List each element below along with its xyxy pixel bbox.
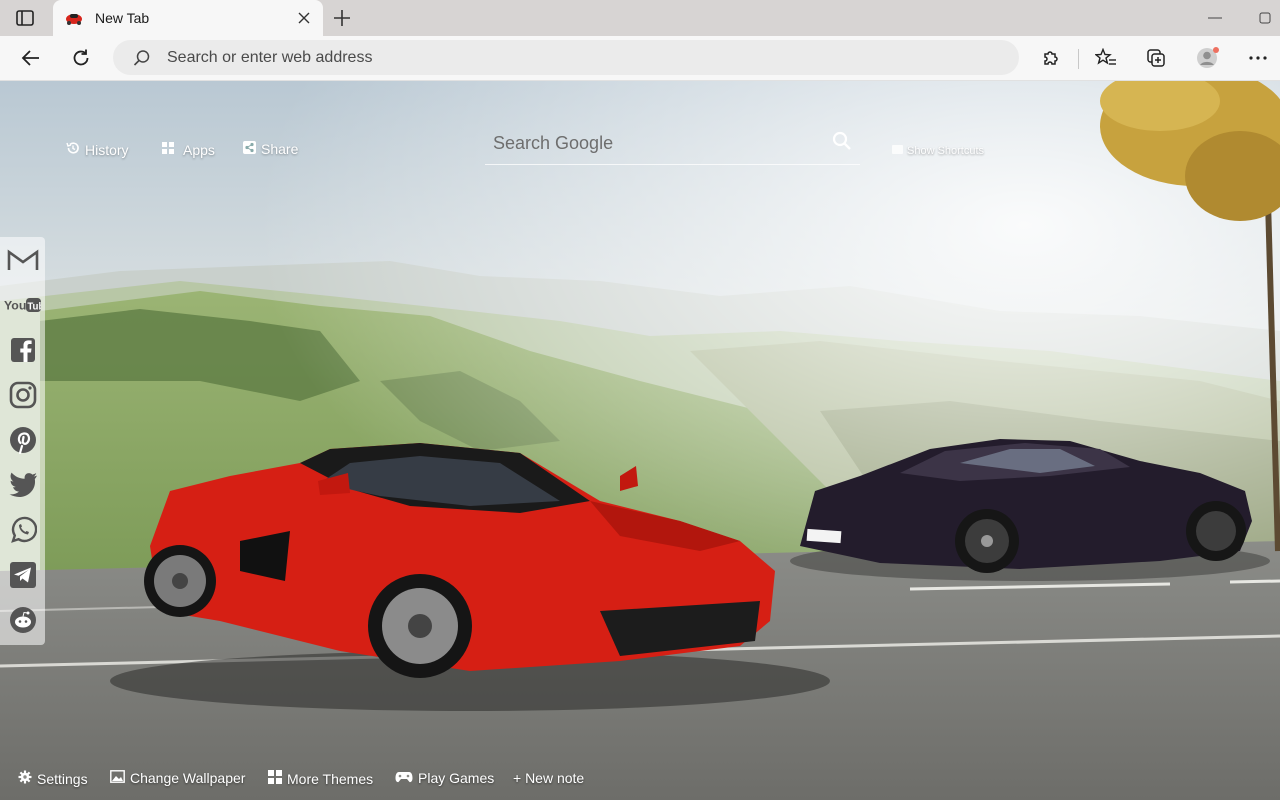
play-games-link[interactable]: Play Games: [395, 770, 494, 786]
google-search-input[interactable]: [493, 129, 813, 157]
star-list-icon[interactable]: [1091, 44, 1121, 72]
twitter-icon[interactable]: [4, 468, 41, 502]
google-search-box: [485, 121, 860, 165]
settings-link[interactable]: Settings: [18, 770, 88, 787]
history-link[interactable]: History: [66, 141, 129, 158]
collections-icon[interactable]: [1141, 44, 1171, 72]
telegram-icon[interactable]: [4, 558, 41, 592]
apps-grid-icon: [161, 141, 175, 158]
search-icon: [133, 49, 151, 67]
close-tab-icon[interactable]: [295, 9, 313, 27]
svg-text:You: You: [4, 298, 26, 312]
facebook-icon[interactable]: [4, 333, 41, 367]
change-wallpaper-link[interactable]: Change Wallpaper: [110, 770, 245, 786]
address-input[interactable]: [167, 40, 997, 75]
back-arrow-icon[interactable]: [16, 44, 46, 72]
apps-label: Apps: [183, 141, 215, 158]
apps-link[interactable]: Apps: [161, 141, 215, 158]
reddit-icon[interactable]: [4, 603, 41, 637]
gmail-icon[interactable]: [4, 243, 41, 277]
profile-icon[interactable]: [1192, 44, 1222, 72]
play-games-label: Play Games: [418, 770, 495, 786]
history-icon: [66, 141, 80, 158]
wallpaper-image: [0, 81, 1280, 800]
shortcuts-icon: [892, 145, 903, 157]
new-tab-page: History Apps Share Show Shortcuts YouTub…: [0, 81, 1280, 800]
more-themes-label: More Themes: [287, 770, 374, 787]
browser-toolbar: [0, 36, 1280, 81]
svg-text:Tube: Tube: [27, 301, 41, 312]
whatsapp-icon[interactable]: [4, 513, 41, 547]
more-themes-link[interactable]: More Themes: [268, 770, 373, 787]
tab-title: New Tab: [95, 10, 150, 26]
settings-label: Settings: [37, 770, 88, 787]
minimize-icon[interactable]: [1206, 10, 1224, 26]
more-dots-icon[interactable]: [1243, 44, 1273, 72]
share-icon: [243, 141, 256, 157]
wallpaper-icon: [110, 770, 125, 786]
share-label: Share: [261, 141, 299, 157]
maximize-icon[interactable]: [1256, 10, 1274, 26]
history-label: History: [85, 141, 129, 158]
toolbar-divider: [1078, 49, 1079, 69]
themes-grid-icon: [268, 770, 282, 787]
refresh-icon[interactable]: [66, 44, 96, 72]
social-sidebar: YouTube: [0, 237, 45, 645]
instagram-icon[interactable]: [4, 378, 41, 412]
new-tab-button[interactable]: [330, 6, 354, 30]
youtube-icon[interactable]: YouTube: [4, 288, 41, 322]
profile-notification-badge: [1213, 47, 1219, 53]
pinterest-icon[interactable]: [4, 423, 41, 457]
tab-actions-icon[interactable]: [14, 8, 36, 28]
search-icon[interactable]: [832, 131, 854, 153]
change-wallpaper-label: Change Wallpaper: [130, 770, 246, 786]
show-shortcuts-label: Show Shortcuts: [907, 145, 985, 157]
share-link[interactable]: Share: [243, 141, 298, 157]
gear-icon: [18, 770, 32, 787]
puzzle-icon[interactable]: [1036, 44, 1066, 72]
new-note-link[interactable]: + New note: [513, 770, 584, 786]
active-tab[interactable]: New Tab: [53, 0, 323, 37]
show-shortcuts-toggle[interactable]: Show Shortcuts: [892, 145, 984, 157]
gamepad-icon: [395, 770, 413, 786]
tab-strip: New Tab: [0, 0, 1280, 37]
red-car-icon: [65, 10, 83, 26]
new-note-label: + New note: [513, 770, 585, 786]
address-bar[interactable]: [113, 40, 1019, 75]
